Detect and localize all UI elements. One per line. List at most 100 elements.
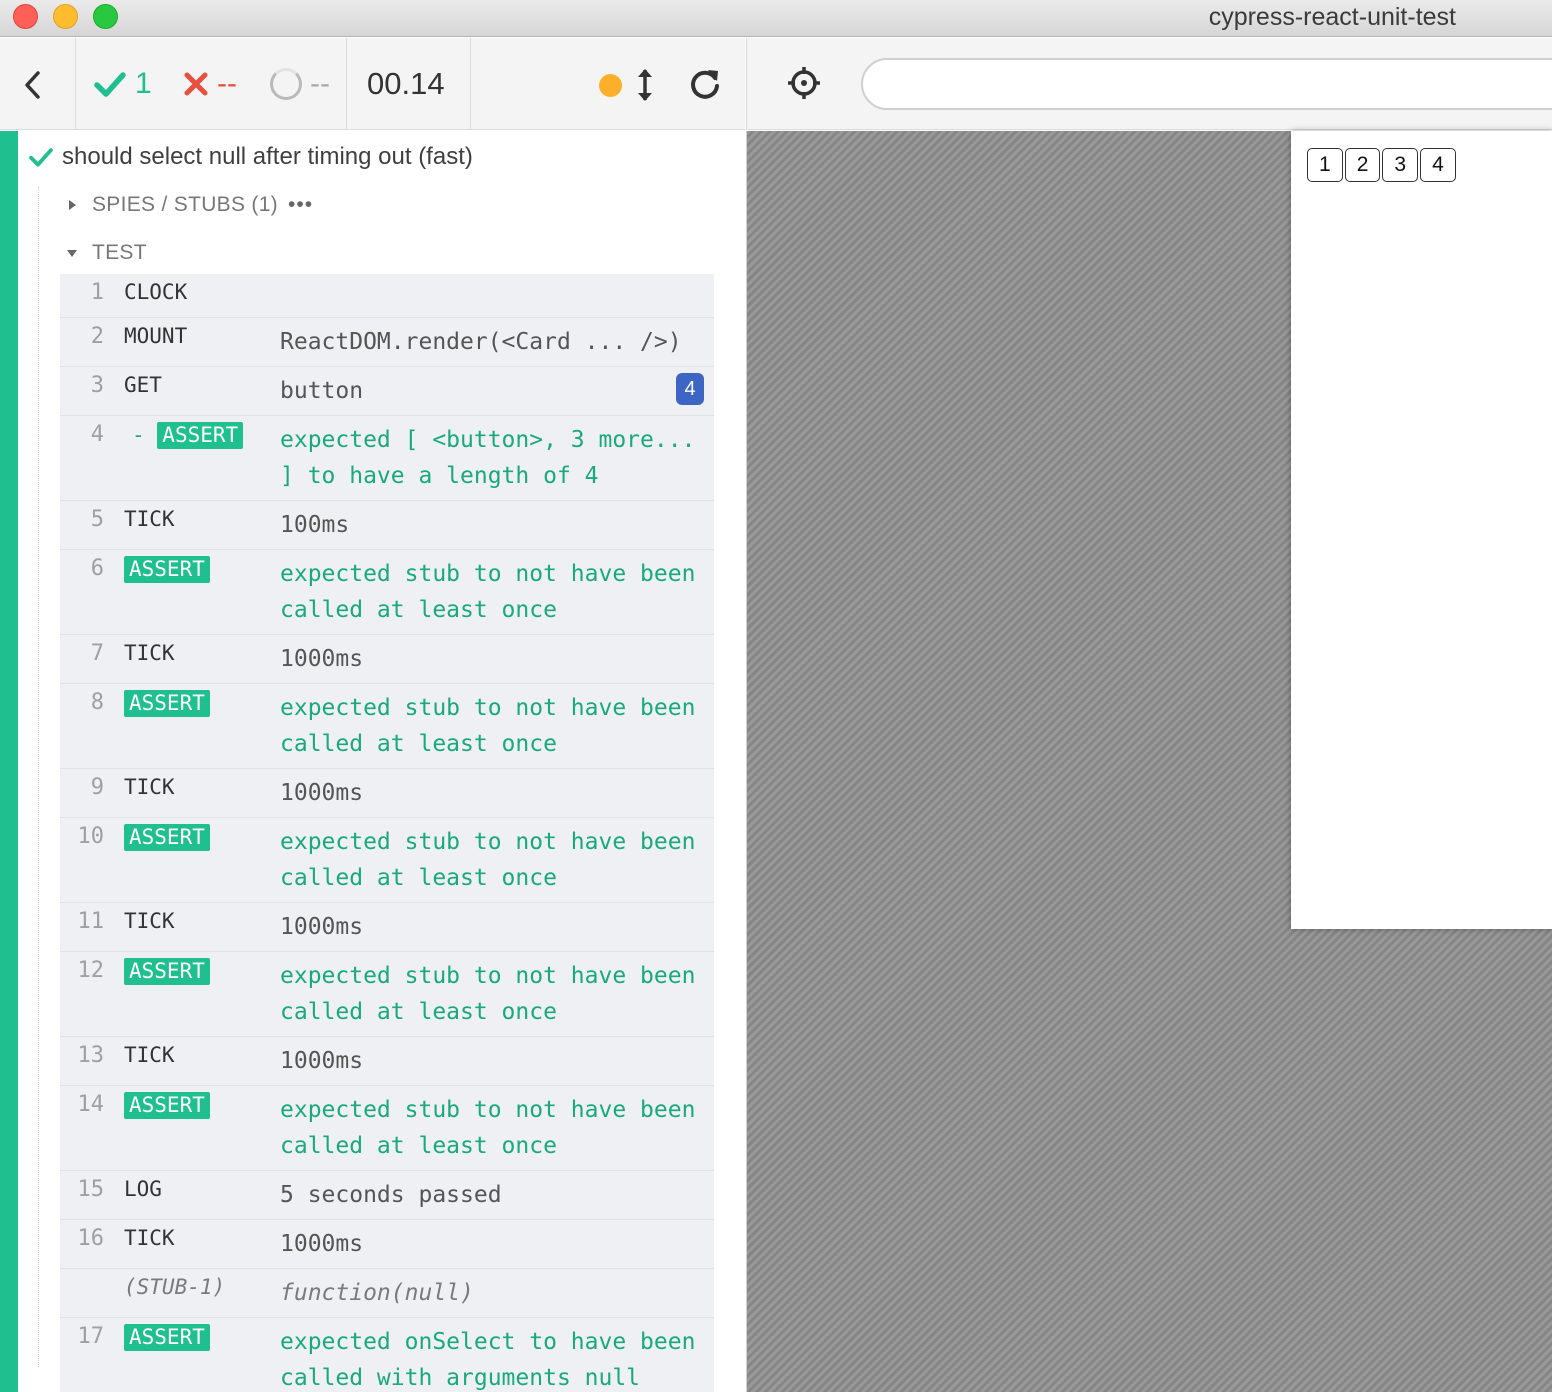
- command-row[interactable]: 17 ASSERT expected onSelect to have been c…: [60, 1318, 714, 1392]
- runner-toolbar: [746, 38, 1552, 130]
- command-name: TICK: [124, 641, 175, 665]
- assert-badge: ASSERT: [124, 556, 210, 583]
- command-number: 16: [77, 1226, 105, 1251]
- command-number: 2: [90, 324, 104, 349]
- command-row[interactable]: 4 - ASSERT expected [ <button>, 3 more... …: [60, 416, 714, 501]
- command-number: 15: [77, 1177, 105, 1202]
- command-name: TICK: [124, 1226, 175, 1250]
- assert-badge: ASSERT: [124, 1092, 210, 1119]
- spinner-icon: [270, 68, 302, 100]
- resize-arrows-icon[interactable]: [633, 66, 657, 104]
- choice-button-3[interactable]: 3: [1382, 148, 1419, 182]
- check-icon: [29, 148, 53, 167]
- command-name: ASSERT: [124, 824, 210, 851]
- command-row[interactable]: 9 TICK 1000ms: [60, 769, 714, 818]
- command-number: 10: [77, 824, 105, 849]
- command-number: 6: [90, 556, 104, 581]
- command-message: 5 seconds passed: [280, 1182, 502, 1208]
- command-name: ASSERT: [124, 690, 210, 717]
- command-row[interactable]: 14 ASSERT expected stub to not have been c…: [60, 1086, 714, 1171]
- aut-iframe: 1 2 3 4: [1291, 131, 1552, 929]
- test-title-text: should select null after timing out (fas…: [62, 143, 473, 170]
- running-dot-icon: [599, 74, 622, 97]
- duration: 00.14: [367, 66, 445, 101]
- crosshair-icon[interactable]: [787, 66, 821, 100]
- zoom-window-button[interactable]: [93, 4, 118, 29]
- command-number: 13: [77, 1043, 105, 1068]
- command-number: 4: [90, 422, 104, 447]
- reporter-panel: should select null after timing out (fas…: [0, 131, 745, 1392]
- command-number: 14: [77, 1092, 105, 1117]
- command-message: function(null): [280, 1280, 474, 1306]
- command-number: 5: [90, 507, 104, 532]
- command-row[interactable]: 5 TICK 100ms: [60, 501, 714, 550]
- aut-background: 1 2 3 4: [746, 131, 1552, 1392]
- window-title: cypress-react-unit-test: [1208, 3, 1456, 31]
- command-row[interactable]: 7 TICK 1000ms: [60, 635, 714, 684]
- assert-badge: ASSERT: [124, 1324, 210, 1351]
- command-message: 100ms: [280, 512, 350, 538]
- caret-right-icon: [69, 200, 76, 210]
- assert-badge: ASSERT: [124, 958, 210, 985]
- command-message: button: [280, 378, 364, 404]
- passed-count-value: 1: [135, 67, 152, 100]
- command-name: TICK: [124, 1043, 175, 1067]
- assert-badge: ASSERT: [124, 824, 210, 851]
- more-icon: •••: [287, 193, 314, 216]
- command-name: LOG: [124, 1177, 162, 1201]
- pending-count-value: --: [310, 67, 330, 100]
- command-number: 1: [90, 280, 104, 305]
- command-row[interactable]: 16 TICK 1000ms: [60, 1220, 714, 1269]
- failed-count: --: [183, 64, 237, 104]
- x-icon: [184, 72, 208, 96]
- caret-down-icon: [67, 250, 77, 257]
- command-row[interactable]: 8 ASSERT expected stub to not have been ca…: [60, 684, 714, 769]
- command-row[interactable]: (STUB-1) function(null): [60, 1269, 714, 1318]
- command-number: 17: [77, 1324, 105, 1349]
- command-name: ASSERT: [124, 556, 210, 583]
- test-section-toggle[interactable]: TEST: [66, 241, 147, 265]
- close-window-button[interactable]: [13, 4, 38, 29]
- test-section-label: TEST: [92, 241, 147, 264]
- command-message: expected [ <button>, 3 more... ] to have…: [280, 427, 696, 489]
- check-icon: [94, 72, 126, 97]
- command-message: 1000ms: [280, 646, 364, 672]
- command-message: expected stub to not have been called at…: [280, 561, 696, 623]
- command-row[interactable]: 12 ASSERT expected stub to not have been c…: [60, 952, 714, 1037]
- command-row[interactable]: 13 TICK 1000ms: [60, 1037, 714, 1086]
- command-number: 12: [77, 958, 105, 983]
- command-row[interactable]: 2 MOUNT ReactDOM.render(<Card ... />): [60, 318, 714, 367]
- command-message: ReactDOM.render(<Card ... />): [280, 329, 682, 355]
- command-row[interactable]: 15 LOG 5 seconds passed: [60, 1171, 714, 1220]
- command-number: 3: [90, 373, 104, 398]
- command-name: GET: [124, 373, 162, 397]
- command-number: 7: [90, 641, 104, 666]
- choice-button-1[interactable]: 1: [1307, 148, 1343, 182]
- spies-stubs-toggle[interactable]: SPIES / STUBS (1) •••: [66, 193, 313, 217]
- test-title[interactable]: should select null after timing out (fas…: [28, 143, 473, 171]
- command-message: expected stub to not have been called at…: [280, 963, 696, 1025]
- command-row[interactable]: 11 TICK 1000ms: [60, 903, 714, 952]
- command-row[interactable]: 1 CLOCK: [60, 274, 714, 318]
- pending-count: --: [270, 64, 330, 104]
- command-name: ASSERT: [124, 1324, 210, 1351]
- command-name: TICK: [124, 775, 175, 799]
- command-message: 1000ms: [280, 914, 364, 940]
- indent-guide: [38, 187, 39, 1367]
- url-input[interactable]: [861, 58, 1552, 110]
- minimize-window-button[interactable]: [53, 4, 78, 29]
- command-row[interactable]: 6 ASSERT expected stub to not have been ca…: [60, 550, 714, 635]
- command-name: (STUB-1): [124, 1275, 226, 1299]
- choice-button-2[interactable]: 2: [1344, 148, 1381, 182]
- command-name: - ASSERT: [132, 422, 244, 449]
- command-row[interactable]: 3 GET button 4: [60, 367, 714, 416]
- command-name: TICK: [124, 909, 175, 933]
- back-button[interactable]: [18, 66, 48, 102]
- command-number: 11: [77, 909, 105, 934]
- command-row[interactable]: 10 ASSERT expected stub to not have been c…: [60, 818, 714, 903]
- command-name: CLOCK: [124, 280, 188, 304]
- command-message: 1000ms: [280, 1048, 364, 1074]
- reload-icon[interactable]: [688, 66, 722, 100]
- choice-button-4[interactable]: 4: [1420, 148, 1456, 182]
- element-count-badge: 4: [676, 373, 704, 405]
